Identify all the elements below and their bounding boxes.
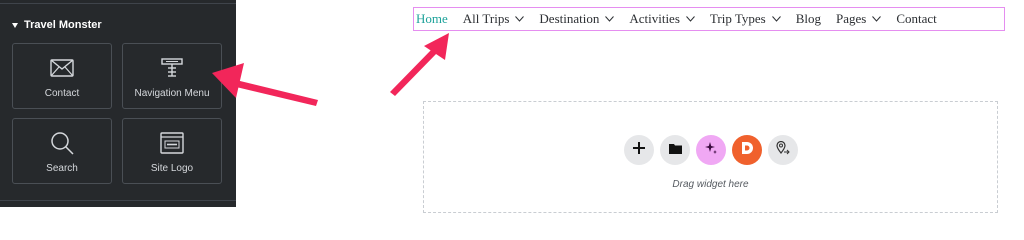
d-logo-icon (740, 141, 754, 160)
widget-panel: Travel Monster Contact Navigation Menu S… (0, 0, 236, 207)
navigation-menu[interactable]: Home All Trips Destination Activities Tr… (413, 7, 1005, 31)
sparkle-ai-icon (704, 141, 718, 160)
chevron-down-icon (605, 16, 615, 22)
chevron-down-icon (686, 16, 695, 22)
nav-item-contact[interactable]: Contact (896, 11, 936, 27)
chevron-down-icon (515, 16, 525, 22)
nav-item-label: Destination (539, 11, 600, 26)
nav-item-label: Trip Types (709, 11, 766, 26)
widget-label: Contact (44, 88, 80, 99)
ai-builder-button[interactable] (696, 135, 726, 165)
add-section-button[interactable] (624, 135, 654, 165)
search-icon (13, 131, 111, 155)
arrow-to-nav-menu-icon (390, 33, 449, 96)
nav-item-label: Contact (896, 11, 937, 26)
widget-drop-zone[interactable]: Drag widget here (423, 101, 998, 213)
nav-menu-icon (123, 56, 221, 80)
plus-icon (633, 141, 645, 159)
location-button[interactable] (768, 135, 798, 165)
add-section-toolbar (624, 135, 798, 165)
nav-item-label: Activities (629, 11, 680, 26)
nav-item-all-trips[interactable]: All Trips (463, 11, 525, 27)
widget-contact[interactable]: Contact (12, 43, 112, 109)
add-template-button[interactable] (660, 135, 690, 165)
nav-item-blog[interactable]: Blog (796, 11, 821, 27)
widget-navigation-menu[interactable]: Navigation Menu (122, 43, 222, 109)
nav-item-pages[interactable]: Pages (836, 11, 882, 27)
panel-divider (0, 200, 236, 201)
widget-search[interactable]: Search (12, 118, 112, 184)
panel-divider (0, 0, 236, 4)
nav-item-home[interactable]: Home (416, 11, 448, 27)
chevron-down-icon (771, 16, 781, 22)
site-logo-icon (123, 131, 221, 155)
widget-label: Search (46, 163, 78, 174)
drag-widget-hint: Drag widget here (672, 179, 749, 190)
location-icon (775, 140, 791, 160)
widget-label: Navigation Menu (134, 88, 210, 99)
nav-item-label: Pages (836, 11, 867, 26)
nav-item-destination[interactable]: Destination (539, 11, 615, 27)
nav-item-label: Home (416, 11, 448, 26)
category-title: Travel Monster (24, 19, 102, 31)
nav-item-trip-types[interactable]: Trip Types (710, 11, 781, 27)
category-header[interactable]: Travel Monster (12, 18, 102, 32)
d-logo-button[interactable] (732, 135, 762, 165)
widget-label: Site Logo (150, 163, 194, 174)
chevron-down-icon (872, 16, 882, 22)
nav-item-label: Blog (795, 11, 821, 26)
folder-icon (668, 141, 682, 159)
nav-item-activities[interactable]: Activities (629, 11, 695, 27)
nav-item-label: All Trips (462, 11, 510, 26)
widget-site-logo[interactable]: Site Logo (122, 118, 222, 184)
envelope-icon (13, 56, 111, 80)
caret-down-icon (12, 22, 18, 28)
